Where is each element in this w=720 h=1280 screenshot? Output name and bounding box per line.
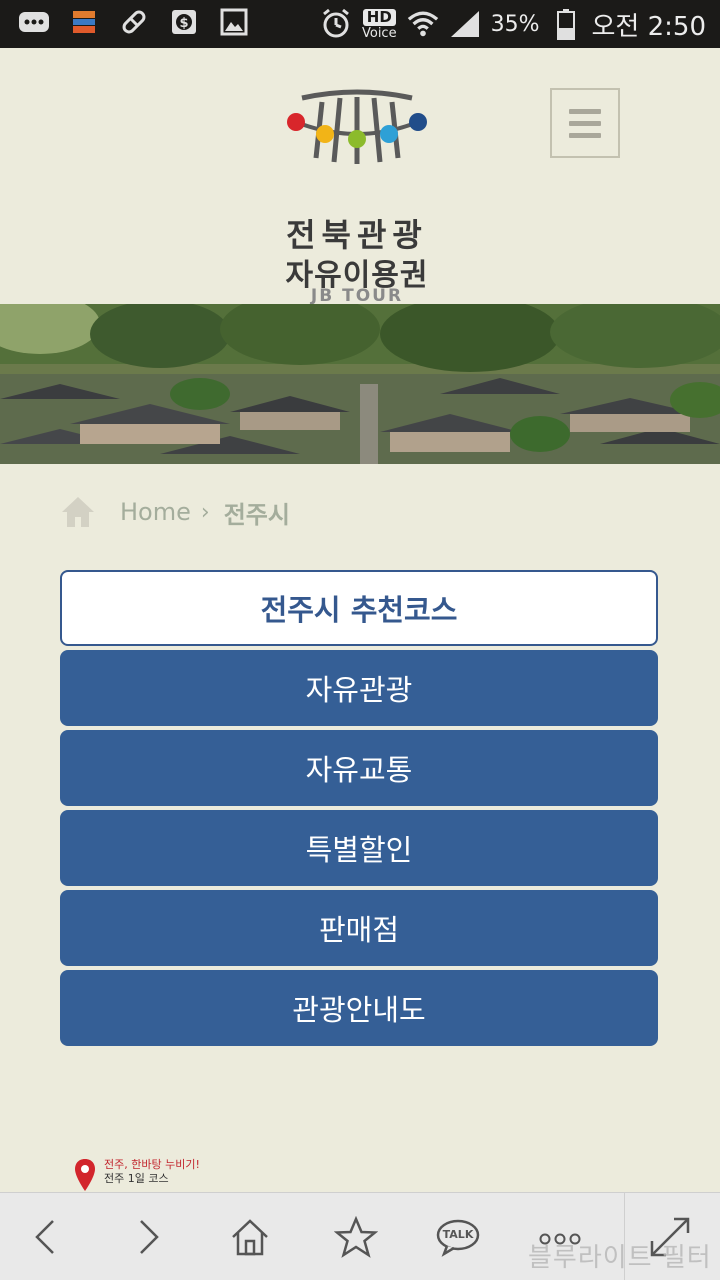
talk-button[interactable]: TALK <box>428 1207 488 1267</box>
hamburger-icon <box>569 108 601 114</box>
course-title: 전주, 한바탕 누비기! <box>104 1158 200 1171</box>
menu-item-tour-map[interactable]: 관광안내도 <box>60 970 658 1046</box>
forward-arrow-icon <box>140 1220 159 1254</box>
breadcrumb-home-link[interactable]: Home <box>120 498 191 526</box>
logo-emblem-icon <box>287 89 427 164</box>
hd-voice-icon: HD Voice <box>361 8 397 41</box>
battery-icon <box>550 8 582 40</box>
menu-item-free-transport[interactable]: 자유교통 <box>60 730 658 806</box>
wifi-icon <box>407 8 439 40</box>
menu-item-recommended-course[interactable]: 전주시 추천코스 <box>60 570 658 646</box>
hamburger-bar <box>569 132 601 138</box>
menu-item-sales-outlet[interactable]: 판매점 <box>60 890 658 966</box>
svg-text:$: $ <box>179 16 188 31</box>
jb-tour-pass-logo[interactable]: 전북관광 자유이용권 JB TOUR PASS <box>282 88 442 326</box>
breadcrumb-current: 전주시 <box>223 500 290 529</box>
logo-dot <box>287 113 305 131</box>
status-bar: $ HD Voice 35% 오전 2:50 <box>0 0 720 48</box>
category-menu: 전주시 추천코스 자유관광 자유교통 특별할인 판매점 관광안내도 <box>60 570 658 1050</box>
blue-light-filter-watermark: 블루라이트 필터 <box>528 1243 712 1273</box>
back-arrow-icon <box>35 1220 54 1254</box>
clock: 오전 2:50 <box>591 11 707 42</box>
chat-icon <box>18 6 50 38</box>
signal-icon <box>449 8 481 40</box>
banner-image <box>0 304 720 464</box>
hamburger-bar <box>569 120 601 126</box>
alarm-icon <box>320 8 352 40</box>
talk-label: TALK <box>442 1228 474 1241</box>
logo-dot <box>348 130 366 148</box>
breadcrumb-separator: › <box>200 499 210 525</box>
browser-home-icon <box>232 1219 268 1256</box>
menu-item-free-tour[interactable]: 자유관광 <box>60 650 658 726</box>
image-icon <box>218 6 250 38</box>
battery-percent: 35% <box>490 11 540 37</box>
home-button[interactable] <box>220 1207 280 1267</box>
site-header: 전북관광 자유이용권 JB TOUR PASS <box>0 48 720 326</box>
logo-dot <box>409 113 427 131</box>
pill-icon <box>118 6 150 38</box>
app-icon <box>68 6 100 38</box>
hamburger-menu-button[interactable] <box>550 88 620 158</box>
course-label[interactable]: 전주, 한바탕 누비기! 전주 1일 코스 <box>74 1158 200 1192</box>
voice-label: Voice <box>361 25 397 41</box>
bookmark-button[interactable] <box>326 1207 386 1267</box>
forward-button[interactable] <box>118 1207 178 1267</box>
hd-label: HD <box>362 8 396 26</box>
logo-dot <box>316 125 334 143</box>
course-subtitle: 전주 1일 코스 <box>104 1172 169 1185</box>
back-button[interactable] <box>16 1207 76 1267</box>
dollar-icon: $ <box>168 6 200 38</box>
breadcrumb: Home › 전주시 <box>60 492 290 532</box>
home-icon[interactable] <box>60 495 96 529</box>
map-pin-icon <box>74 1158 96 1192</box>
menu-item-special-discount[interactable]: 특별할인 <box>60 810 658 886</box>
logo-dot <box>380 125 398 143</box>
star-icon <box>334 1216 378 1258</box>
